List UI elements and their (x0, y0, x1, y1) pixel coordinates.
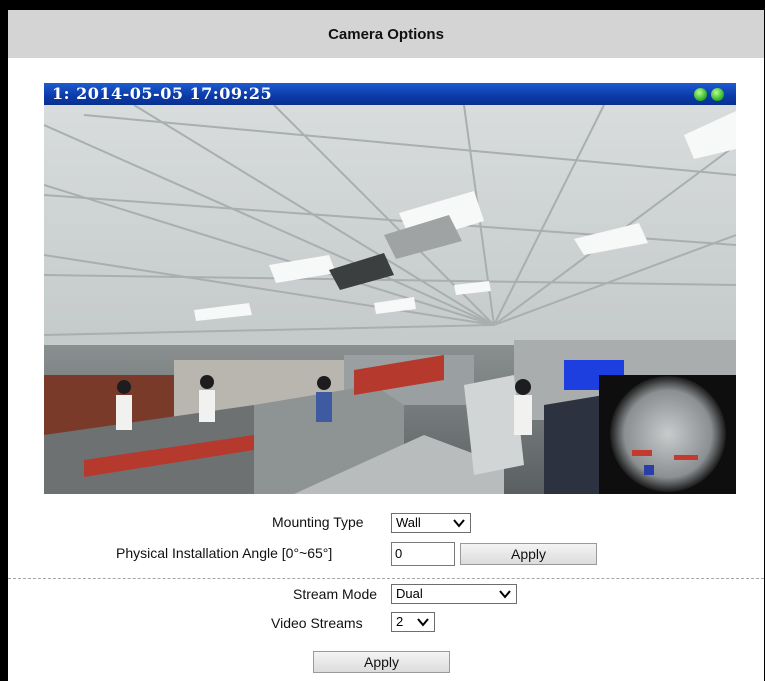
window-left-border (0, 0, 8, 681)
mounting-type-label: Mounting Type (272, 514, 364, 530)
video-streams-label: Video Streams (271, 615, 363, 631)
chevron-down-icon (417, 618, 429, 627)
chevron-down-icon (499, 590, 511, 599)
page-title: Camera Options (328, 25, 444, 43)
stream-mode-value: Dual (396, 586, 423, 601)
installation-angle-label: Physical Installation Angle [0°~65°] (116, 545, 333, 561)
video-streams-select[interactable]: 2 (391, 612, 435, 632)
stream-mode-label: Stream Mode (293, 586, 378, 602)
section-divider (8, 578, 764, 579)
osd-bar: 1: 2014-05-05 17:09:25 (44, 83, 736, 105)
chevron-down-icon (453, 519, 465, 528)
installation-angle-input[interactable]: 0 (391, 542, 455, 566)
angle-apply-button[interactable]: Apply (460, 543, 597, 565)
osd-timestamp: 1: 2014-05-05 17:09:25 (52, 84, 273, 103)
window-top-border (0, 0, 765, 10)
apply-button[interactable]: Apply (313, 651, 450, 673)
mounting-type-select[interactable]: Wall (391, 513, 471, 533)
camera-preview[interactable]: 1: 2014-05-05 17:09:25 (44, 83, 736, 494)
camera-view-image (44, 105, 736, 494)
stream-mode-select[interactable]: Dual (391, 584, 517, 604)
page-header: Camera Options (8, 10, 764, 58)
status-dot-icon (694, 88, 707, 101)
mounting-type-value: Wall (396, 515, 421, 530)
video-streams-value: 2 (396, 614, 404, 629)
status-dot-icon (711, 88, 724, 101)
